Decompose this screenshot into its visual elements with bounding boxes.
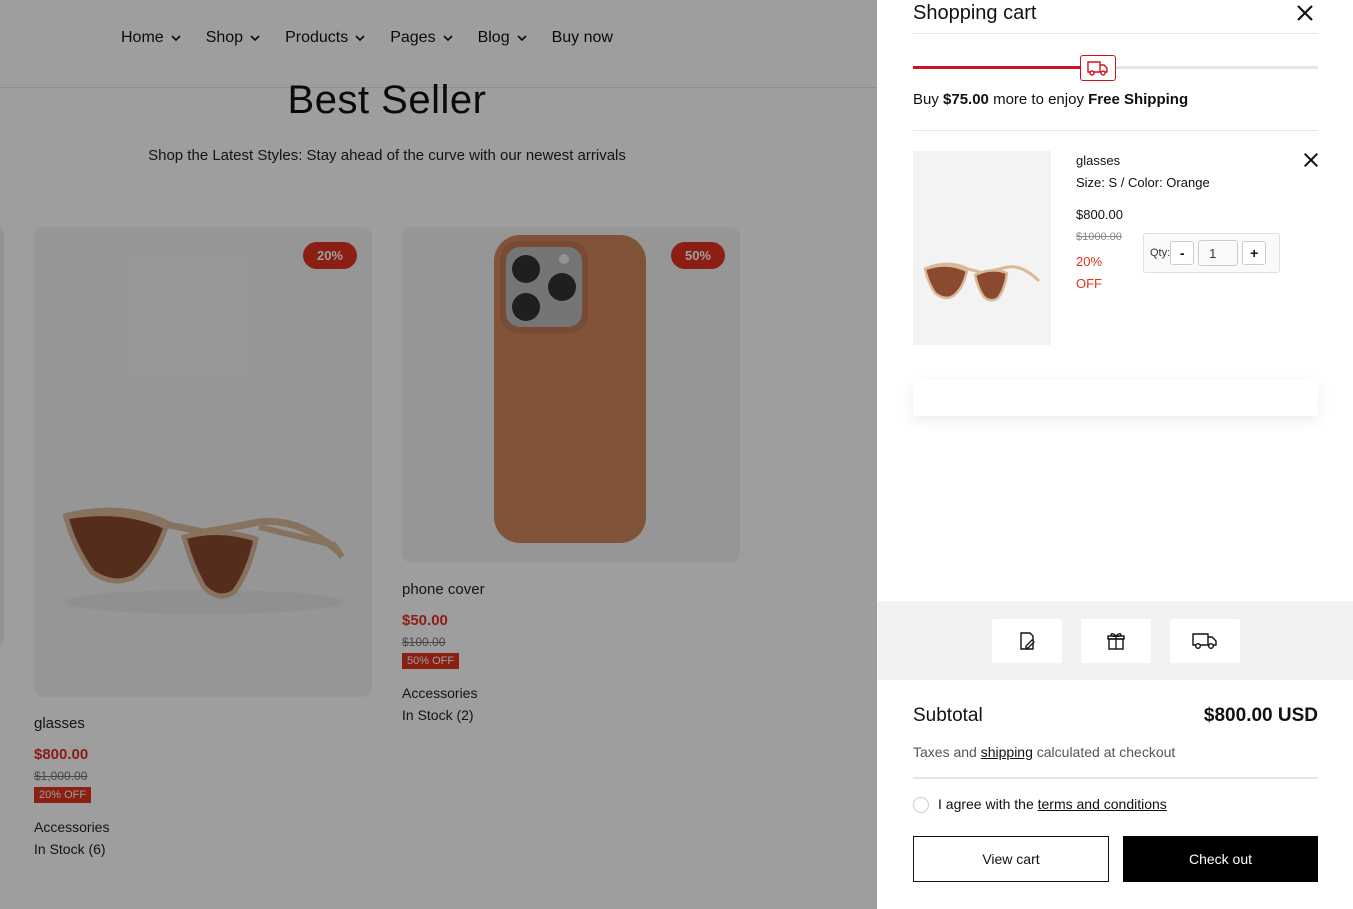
view-cart-button[interactable]: View cart: [913, 836, 1109, 882]
shipping-msg-mid: more to enjoy: [988, 91, 1089, 108]
divider: [913, 777, 1318, 779]
tax-suffix: calculated at checkout: [1032, 744, 1176, 760]
shipping-progress-fill: [913, 66, 1084, 69]
cart-item-variant: Size: S / Color: Orange: [1076, 175, 1210, 190]
gift-wrap-button[interactable]: [1081, 619, 1151, 663]
qty-input[interactable]: 1: [1198, 240, 1239, 266]
subtotal-value: $800.00 USD: [1203, 705, 1318, 726]
close-icon[interactable]: [1295, 3, 1315, 23]
truck-icon: [1192, 633, 1217, 649]
terms-link[interactable]: terms and conditions: [1038, 796, 1167, 812]
cart-item-image[interactable]: [913, 151, 1051, 345]
tax-prefix: Taxes and: [913, 744, 981, 760]
remove-item-icon[interactable]: [1302, 151, 1320, 169]
terms-checkbox[interactable]: [913, 797, 929, 813]
divider: [913, 33, 1318, 34]
truck-icon: [1080, 55, 1116, 81]
shipping-msg-prefix: Buy: [913, 91, 944, 108]
qty-label: Qty:: [1150, 247, 1171, 259]
cart-recommendation-box: [913, 380, 1318, 416]
sunglasses-image: [923, 262, 1041, 302]
divider: [913, 130, 1318, 131]
terms-agreement: I agree with the terms and conditions: [938, 796, 1167, 812]
tax-note: Taxes and shipping calculated at checkou…: [913, 744, 1175, 760]
shipping-goal: Free Shipping: [1088, 91, 1189, 108]
cart-item-original-price: $1000.00: [1076, 231, 1122, 243]
note-icon: [1020, 632, 1035, 650]
modal-overlay[interactable]: [0, 0, 877, 909]
cart-item-price: $800.00: [1076, 207, 1123, 222]
cart-title: Shopping cart: [913, 2, 1037, 24]
cart-item-discount: 20% OFF: [1076, 254, 1103, 291]
agree-prefix: I agree with the: [938, 796, 1038, 812]
qty-decrease-button[interactable]: -: [1170, 241, 1195, 265]
quantity-stepper: Qty: - 1 +: [1143, 233, 1280, 273]
cart-tools: [877, 601, 1353, 680]
shipping-estimate-button[interactable]: [1170, 619, 1240, 663]
qty-increase-button[interactable]: +: [1242, 241, 1267, 265]
shipping-link[interactable]: shipping: [981, 744, 1033, 760]
checkout-button[interactable]: Check out: [1123, 836, 1318, 882]
gift-icon: [1107, 633, 1125, 650]
free-shipping-message: Buy $75.00 more to enjoy Free Shipping: [913, 91, 1188, 108]
order-note-button[interactable]: [992, 619, 1062, 663]
cart-item-name[interactable]: glasses: [1076, 153, 1120, 168]
cart-drawer: Shopping cart Buy $75.00 more to enjoy F…: [877, 0, 1353, 909]
subtotal-label: Subtotal: [913, 705, 983, 726]
shipping-amount: $75.00: [943, 91, 989, 108]
